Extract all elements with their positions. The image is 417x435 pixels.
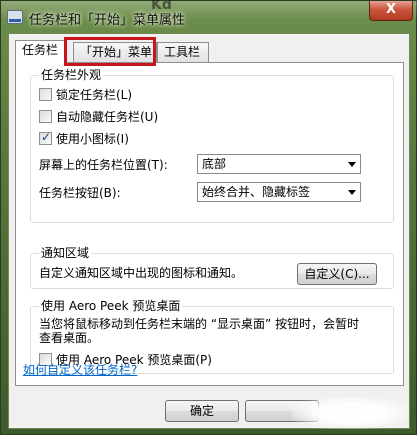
tab-taskbar[interactable]: 任务栏 <box>15 40 65 63</box>
taskbar-location-value: 底部 <box>202 157 227 171</box>
customize-button[interactable]: 自定义(C)... <box>297 263 377 285</box>
taskbar-buttons-value: 始终合并、隐藏标签 <box>202 185 311 199</box>
help-link[interactable]: 如何自定义该任务栏? <box>23 361 137 378</box>
auto-hide-checkbox[interactable] <box>39 110 52 123</box>
lock-taskbar-option[interactable]: 锁定任务栏(L) <box>39 88 132 102</box>
close-button[interactable]: X <box>369 1 413 21</box>
lock-taskbar-checkbox[interactable] <box>39 88 52 101</box>
taskbar-buttons-dropdown[interactable]: 始终合并、隐藏标签 <box>197 182 361 202</box>
chevron-down-icon <box>348 162 356 167</box>
aero-peek-description-line1: 当您将鼠标移动到任务栏末端的 “显示桌面” 按钮时，会暂时 <box>39 317 360 331</box>
notification-group: 通知区域 自定义通知区域中出现的图标和通知。 自定义(C)... <box>30 246 394 289</box>
aero-peek-legend: 使用 Aero Peek 预览桌面 <box>39 299 183 313</box>
window-title: 任务栏和「开始」菜单属性 <box>29 13 186 28</box>
watermark-overlay <box>291 397 409 429</box>
lock-taskbar-label: 锁定任务栏(L) <box>56 88 133 102</box>
taskbar-location-label: 屏幕上的任务栏位置(T): <box>39 158 168 172</box>
taskbar-buttons-label: 任务栏按钮(B): <box>39 186 121 200</box>
notification-legend: 通知区域 <box>39 246 92 260</box>
taskbar-location-dropdown[interactable]: 底部 <box>197 154 361 174</box>
auto-hide-option[interactable]: 自动隐藏任务栏(U) <box>39 110 158 124</box>
window-frame: Kd 任务栏和「开始」菜单属性 X 任务栏 「开始」菜单 工具栏 任务栏外观 锁… <box>0 0 417 435</box>
appearance-group: 任务栏外观 锁定任务栏(L) 自动隐藏任务栏(U) 使用小图标(I) 屏幕上的任… <box>30 68 394 223</box>
appearance-legend: 任务栏外观 <box>39 68 104 82</box>
small-icons-label: 使用小图标(I) <box>56 132 129 146</box>
taskbar-tab-panel: 任务栏外观 锁定任务栏(L) 自动隐藏任务栏(U) 使用小图标(I) 屏幕上的任… <box>15 62 404 386</box>
taskbar-properties-icon <box>7 10 23 24</box>
aero-peek-description-line2: 查看桌面。 <box>39 331 100 345</box>
start-menu-tab-highlight <box>64 37 156 66</box>
tab-toolbars[interactable]: 工具栏 <box>157 42 209 62</box>
title-bar[interactable]: Kd 任务栏和「开始」菜单属性 X <box>1 0 417 33</box>
notification-description: 自定义通知区域中出现的图标和通知。 <box>39 266 244 280</box>
ok-button[interactable]: 确定 <box>165 400 239 422</box>
chevron-down-icon <box>348 190 356 195</box>
small-icons-checkbox[interactable] <box>39 130 52 145</box>
auto-hide-label: 自动隐藏任务栏(U) <box>56 110 159 124</box>
small-icons-option[interactable]: 使用小图标(I) <box>39 130 129 146</box>
dialog-body: 任务栏 「开始」菜单 工具栏 任务栏外观 锁定任务栏(L) 自动隐藏任务栏(U)… <box>8 33 410 429</box>
